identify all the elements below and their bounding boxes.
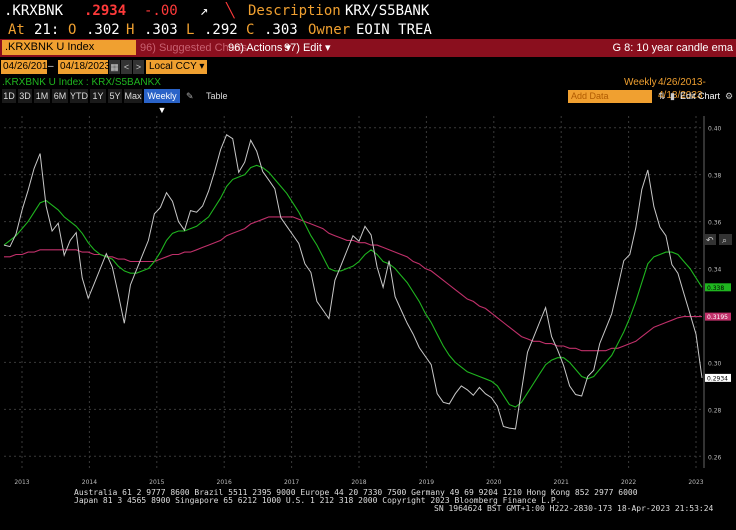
actions-menu[interactable]: 96) Actions ▾ <box>228 39 291 57</box>
tick-up-icon: ↗ <box>200 3 209 19</box>
chevron-down-icon: ▾ <box>199 61 205 72</box>
x-tick-label: 2022 <box>621 479 636 486</box>
period-button[interactable]: Max <box>124 89 142 103</box>
description-label: Description <box>248 3 341 19</box>
tick-down-icon: ╲ <box>226 3 235 19</box>
chart-grid <box>4 116 705 468</box>
last-value-tags: 0.338 0.3195 0.2934 <box>705 283 731 382</box>
x-tick-label: 2019 <box>419 479 434 486</box>
ema-long-tag: 0.3195 <box>707 314 728 321</box>
series-legend[interactable]: .KRXBNK U Index : KRX/S5BANKX <box>2 76 161 89</box>
period-button[interactable]: Weekly ▼ <box>144 89 180 115</box>
gear-icon[interactable]: ⚙ <box>725 89 733 103</box>
start-date-field[interactable]: 04/26/2013 <box>1 60 53 74</box>
at-time: 21: <box>34 22 60 38</box>
price-chart[interactable]: 2013 2014 2015 2016 2017 2018 2019 2020 2021 2022… <box>0 104 736 486</box>
period-button[interactable]: YTD <box>70 89 88 103</box>
y-tick-label: 0.30 <box>708 360 722 367</box>
low-label: L <box>186 22 195 38</box>
chart-series <box>3 134 703 430</box>
x-tick-label: 2016 <box>217 479 232 486</box>
function-toolbar: .KRXBNK U Index 96) Suggested Charts 96)… <box>0 39 736 57</box>
frequency-label: Weekly <box>624 77 657 88</box>
edit-menu[interactable]: 97) Edit ▾ <box>284 39 331 57</box>
period-toolbar: 1D 3D 1M 6M YTD 1Y 5Y Max Weekly ▼ ✎ Table Add D… <box>0 89 736 115</box>
undo-icon[interactable]: ↶ <box>706 236 714 246</box>
y-tick-label: 0.34 <box>708 267 722 274</box>
at-label: At <box>8 22 25 38</box>
y-axis: 0.400.380.360.340.320.300.280.26 <box>708 126 722 462</box>
high-value: .303 <box>144 22 178 38</box>
security-field[interactable]: .KRXBNK U Index <box>2 40 136 55</box>
chart-type-icon[interactable]: ▮ <box>670 89 675 103</box>
y-tick-label: 0.36 <box>708 220 722 227</box>
x-tick-label: 2021 <box>554 479 569 486</box>
period-button[interactable]: 1M <box>34 89 50 103</box>
table-button[interactable]: Table <box>206 89 228 103</box>
x-tick-label: 2015 <box>149 479 164 486</box>
owner-value: EOIN TREA <box>356 22 432 38</box>
owner-label: Owner <box>308 22 351 38</box>
end-date-field[interactable]: 04/18/2023 <box>58 60 110 74</box>
prev-range-button[interactable]: < <box>121 60 132 74</box>
legend-row: .KRXBNK U Index : KRX/S5BANKX Weekly 4/2… <box>0 76 736 101</box>
y-tick-label: 0.38 <box>708 173 722 180</box>
footer-line-3: SN 1964624 BST GMT+1:00 H222-2830-173 18… <box>434 504 714 513</box>
high-label: H <box>126 22 135 38</box>
ticker-symbol[interactable]: .KRXBNK <box>4 0 63 22</box>
x-tick-label: 2013 <box>14 479 29 486</box>
period-button[interactable]: 6M <box>52 89 68 103</box>
low-value: .292 <box>204 22 238 38</box>
pencil-icon[interactable]: ✎ <box>186 89 194 103</box>
quote-row: At 21: O .302 H .303 L .292 C .303 Owner… <box>0 20 736 40</box>
last-price-tag: 0.2934 <box>707 375 728 382</box>
y-tick-label: 0.26 <box>708 454 722 461</box>
zoom-icon[interactable]: ⌕ <box>722 236 727 246</box>
period-button[interactable]: 1D <box>2 89 16 103</box>
edit-chart-button[interactable]: Edit Chart <box>680 89 720 103</box>
expand-icon[interactable]: ⇅ <box>658 89 666 103</box>
x-tick-label: 2017 <box>284 479 299 486</box>
chart-corner-icons: ↶ ⌕ <box>703 234 732 246</box>
next-range-button[interactable]: > <box>133 60 144 74</box>
date-range-row: 04/26/2013 – 04/18/2023 ▦ < > Local CCY … <box>0 59 736 75</box>
description-value: KRX/S5BANK <box>345 3 430 19</box>
x-axis: 2013 2014 2015 2016 2017 2018 2019 2020 2021 2022… <box>14 479 703 486</box>
chart-title: G 8: 10 year candle ema <box>612 42 733 54</box>
x-tick-label: 2023 <box>688 479 703 486</box>
last-price: .2934 <box>84 3 127 19</box>
open-value: .302 <box>86 22 120 38</box>
price-change: -.00 <box>144 3 178 19</box>
date-separator: – <box>48 61 54 72</box>
x-tick-label: 2020 <box>486 479 501 486</box>
y-tick-label: 0.40 <box>708 126 722 133</box>
currency-select-value: Local CCY <box>149 61 197 72</box>
x-tick-label: 2018 <box>351 479 366 486</box>
calendar-icon[interactable]: ▦ <box>109 60 120 74</box>
period-button[interactable]: 1Y <box>90 89 106 103</box>
period-button[interactable]: 5Y <box>108 89 122 103</box>
price-line <box>3 134 703 430</box>
security-header-row: .KRXBNK .2934 -.00 ↗ ╲ Description KRX/S… <box>0 0 736 22</box>
ema-short-tag: 0.338 <box>707 285 724 292</box>
close-value: .303 <box>264 22 298 38</box>
currency-select[interactable]: Local CCY ▾ <box>146 60 208 74</box>
y-tick-label: 0.28 <box>708 407 722 414</box>
x-tick-label: 2014 <box>82 479 97 486</box>
close-label: C <box>246 22 255 38</box>
terminal-footer: Australia 61 2 9777 8600 Brazil 5511 239… <box>0 486 736 530</box>
open-label: O <box>68 22 77 38</box>
period-button[interactable]: 3D <box>18 89 32 103</box>
add-data-field[interactable]: Add Data <box>568 90 652 103</box>
ema-short-line <box>3 164 703 408</box>
